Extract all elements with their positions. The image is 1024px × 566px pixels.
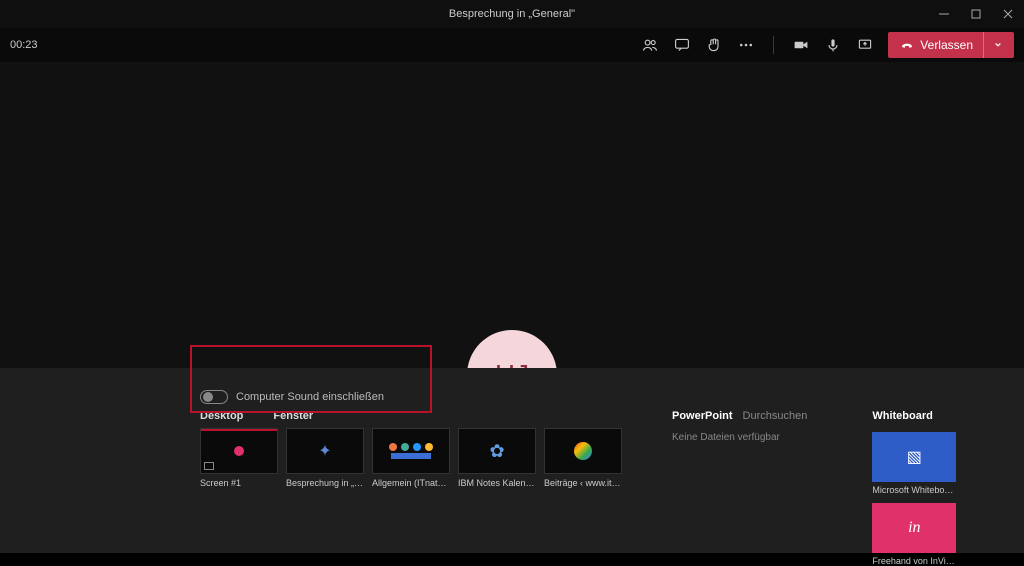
share-icon[interactable]	[856, 36, 874, 54]
desktop-section-label[interactable]: Desktop	[200, 410, 243, 422]
thumb-caption: Allgemein (ITnator Test) |...	[372, 478, 450, 488]
whiteboard-tile-ms[interactable]: ▧ Microsoft Whiteboard	[872, 432, 956, 495]
more-icon[interactable]	[737, 36, 755, 54]
meeting-timer: 00:23	[10, 39, 38, 51]
tile-caption: Microsoft Whiteboard	[872, 485, 956, 495]
invision-icon: in	[908, 519, 920, 537]
mic-icon[interactable]	[824, 36, 842, 54]
computer-sound-label: Computer Sound einschließen	[236, 391, 384, 403]
window-title: Besprechung in „General"	[449, 8, 575, 20]
leave-button[interactable]: Verlassen	[888, 32, 1014, 58]
participants-icon[interactable]	[641, 36, 659, 54]
meeting-stage: HJ Computer Sound einschließen Desktop F…	[0, 62, 1024, 553]
powerpoint-empty-msg: Keine Dateien verfügbar	[672, 432, 807, 443]
powerpoint-browse[interactable]: Durchsuchen	[743, 410, 808, 422]
titlebar: Besprechung in „General"	[0, 0, 1024, 28]
whiteboard-label: Whiteboard	[872, 410, 956, 422]
thumb-caption: IBM Notes Kalender - Ei...	[458, 478, 536, 488]
computer-sound-toggle[interactable]	[200, 390, 228, 404]
whiteboard-icon: ▧	[907, 447, 922, 467]
share-thumb-window[interactable]: ✿ IBM Notes Kalender - Ei...	[458, 428, 536, 488]
maximize-button[interactable]	[960, 0, 992, 28]
share-thumb-window[interactable]: Allgemein (ITnator Test) |...	[372, 428, 450, 488]
share-thumb-window[interactable]: Beiträge ‹ www.itnator.n...	[544, 428, 622, 488]
thumb-caption: Besprechung in „General...	[286, 478, 364, 488]
raise-hand-icon[interactable]	[705, 36, 723, 54]
thumb-caption: Screen #1	[200, 478, 278, 488]
whiteboard-tile-invision[interactable]: in Freehand von InVision	[872, 503, 956, 566]
meeting-toolbar: 00:23 Verlassen	[0, 28, 1024, 62]
window-controls	[928, 0, 1024, 28]
minimize-button[interactable]	[928, 0, 960, 28]
powerpoint-label: PowerPoint	[672, 410, 733, 422]
close-button[interactable]	[992, 0, 1024, 28]
leave-chevron-icon[interactable]	[983, 32, 1002, 58]
leave-label: Verlassen	[920, 38, 973, 52]
share-thumb-window[interactable]: ✦ Besprechung in „General...	[286, 428, 364, 488]
chat-icon[interactable]	[673, 36, 691, 54]
tile-caption: Freehand von InVision	[872, 556, 956, 566]
share-thumb-screen[interactable]: Screen #1	[200, 428, 278, 488]
window-section-label[interactable]: Fenster	[273, 410, 313, 422]
share-tray: Computer Sound einschließen Desktop Fens…	[0, 368, 1024, 553]
thumb-caption: Beiträge ‹ www.itnator.n...	[544, 478, 622, 488]
camera-icon[interactable]	[792, 36, 810, 54]
